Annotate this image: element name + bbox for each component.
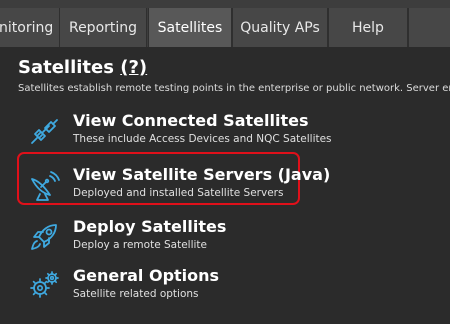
gears-icon bbox=[26, 268, 62, 304]
item-subtitle: Deployed and installed Satellite Servers bbox=[73, 187, 284, 199]
main-content: Satellites (?) Satellites establish remo… bbox=[0, 47, 450, 324]
tab-overflow[interactable] bbox=[408, 8, 450, 47]
item-title: General Options bbox=[73, 266, 220, 285]
rocket-icon bbox=[26, 219, 62, 255]
help-link[interactable]: (?) bbox=[120, 57, 147, 78]
item-title: Deploy Satellites bbox=[73, 217, 227, 236]
view-connected-satellites-link[interactable]: View Connected Satellites These include … bbox=[26, 109, 332, 153]
item-subtitle: Satellite related options bbox=[73, 288, 199, 300]
item-subtitle: These include Access Devices and NQC Sat… bbox=[73, 133, 332, 145]
tab-help[interactable]: Help bbox=[328, 8, 408, 47]
deploy-satellites-link[interactable]: Deploy Satellites Deploy a remote Satell… bbox=[26, 215, 326, 259]
item-title: View Connected Satellites bbox=[73, 111, 309, 130]
item-subtitle: Deploy a remote Satellite bbox=[73, 239, 207, 251]
view-satellite-servers-link[interactable]: View Satellite Servers (Java) Deployed a… bbox=[26, 163, 330, 207]
connection-plug-icon bbox=[26, 113, 62, 149]
item-title: View Satellite Servers (Java) bbox=[73, 165, 331, 184]
general-options-link[interactable]: General Options Satellite related option… bbox=[26, 264, 326, 308]
page-title-text: Satellites bbox=[18, 57, 114, 78]
tab-reporting[interactable]: Reporting bbox=[59, 8, 147, 47]
app-window: nitoring Reporting Satellites Quality AP… bbox=[0, 0, 450, 324]
satellite-dish-icon bbox=[26, 167, 62, 203]
tab-satellites[interactable]: Satellites bbox=[148, 8, 232, 47]
page-title: Satellites (?) bbox=[18, 57, 147, 78]
tab-quality-aps[interactable]: Quality APs bbox=[232, 8, 328, 47]
page-description: Satellites establish remote testing poin… bbox=[18, 83, 450, 94]
tab-monitoring[interactable]: nitoring bbox=[0, 8, 60, 47]
tab-bar: nitoring Reporting Satellites Quality AP… bbox=[0, 0, 450, 47]
